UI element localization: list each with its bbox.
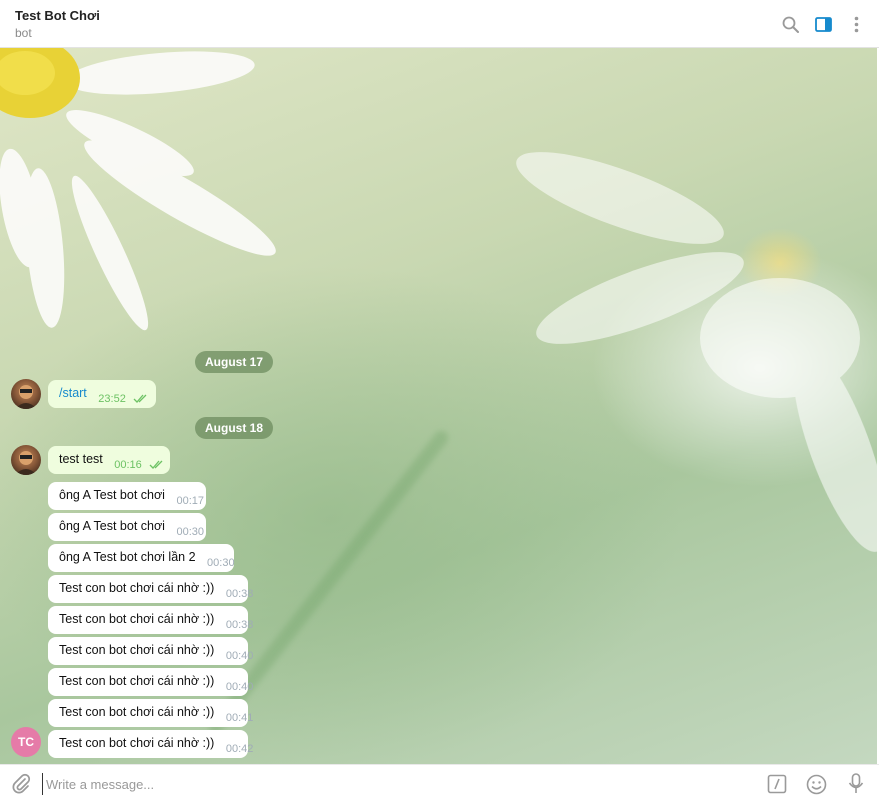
message-text: ông A Test bot chơi — [59, 519, 165, 533]
message-text: Test con bot chơi cái nhờ :)) — [59, 736, 215, 750]
more-vertical-icon — [854, 16, 859, 32]
message-time: 00:16 — [114, 459, 142, 471]
message-bubble-incoming[interactable]: Test con bot chơi cái nhờ :)) 00:42 — [48, 730, 253, 758]
message-text: Test con bot chơi cái nhờ :)) — [59, 674, 215, 688]
emoji-icon — [806, 774, 826, 794]
message-text: Test con bot chơi cái nhờ :)) — [59, 612, 215, 626]
avatar[interactable] — [11, 445, 41, 475]
message-time: 23:52 — [98, 393, 126, 405]
search-icon — [782, 16, 799, 33]
message-bubble-incoming[interactable]: Test con bot chơi cái nhờ :)) 00:40 — [48, 668, 253, 696]
message-bubble-incoming[interactable]: ông A Test bot chơi 00:17 — [48, 482, 206, 510]
message-time: 00:40 — [225, 681, 254, 693]
message-bubble-incoming[interactable]: Test con bot chơi cái nhờ :)) 00:38 — [48, 575, 253, 603]
emoji-button[interactable] — [805, 773, 827, 795]
bot-avatar[interactable]: TC — [11, 727, 41, 757]
user-photo — [15, 385, 37, 409]
message-text: ông A Test bot chơi — [59, 488, 165, 502]
sidebar-toggle-button[interactable] — [813, 12, 834, 36]
header-actions — [780, 12, 867, 36]
bot-command-link[interactable]: /start — [59, 386, 87, 400]
search-button[interactable] — [780, 12, 801, 36]
message-text: test test — [59, 452, 103, 466]
message-time: 00:38 — [225, 588, 254, 600]
message-time: 00:30 — [207, 557, 235, 569]
message-bubble-incoming[interactable]: ông A Test bot chơi lần 2 00:30 — [48, 544, 235, 572]
chat-title[interactable]: Test Bot Chơi — [15, 8, 864, 24]
avatar[interactable] — [11, 379, 41, 409]
message-bubble-outgoing[interactable]: /start 23:52 — [48, 380, 156, 408]
message-bubble-incoming[interactable]: Test con bot chơi cái nhờ :)) 00:40 — [48, 637, 253, 665]
message-time: 00:30 — [176, 526, 204, 538]
date-separator: August 18 — [195, 417, 274, 439]
double-check-icon — [133, 392, 148, 406]
message-composer — [0, 764, 879, 800]
message-text: Test con bot chơi cái nhờ :)) — [59, 643, 215, 657]
message-input[interactable] — [42, 773, 742, 795]
message-text: Test con bot chơi cái nhờ :)) — [59, 705, 215, 719]
message-text: Test con bot chơi cái nhờ :)) — [59, 581, 215, 595]
chat-subtitle: bot — [15, 26, 32, 40]
message-bubble-incoming[interactable]: Test con bot chơi cái nhờ :)) 00:41 — [48, 699, 253, 727]
chat-history[interactable]: August 17 /start 23:52 August 18 test te… — [0, 48, 877, 764]
bot-commands-button[interactable] — [766, 773, 788, 795]
sidebar-toggle-icon — [815, 16, 832, 32]
paperclip-icon — [12, 773, 31, 794]
attach-button[interactable] — [10, 773, 32, 795]
message-time: 00:38 — [225, 619, 254, 631]
message-time: 00:17 — [176, 495, 204, 507]
message-bubble-outgoing[interactable]: test test 00:16 — [48, 446, 170, 474]
message-time: 00:42 — [225, 743, 254, 755]
date-separator: August 17 — [195, 351, 274, 373]
message-bubble-incoming[interactable]: Test con bot chơi cái nhờ :)) 00:38 — [48, 606, 253, 634]
chat-header: Test Bot Chơi bot — [0, 0, 879, 48]
user-photo — [15, 451, 37, 475]
message-bubble-incoming[interactable]: ông A Test bot chơi 00:30 — [48, 513, 206, 541]
message-text: ông A Test bot chơi lần 2 — [59, 550, 196, 564]
microphone-icon — [848, 773, 864, 793]
voice-message-button[interactable] — [845, 773, 867, 795]
message-time: 00:40 — [225, 650, 254, 662]
double-check-icon — [149, 458, 164, 472]
more-button[interactable] — [846, 12, 867, 36]
message-time: 00:41 — [225, 712, 254, 724]
slash-command-icon — [767, 774, 787, 794]
